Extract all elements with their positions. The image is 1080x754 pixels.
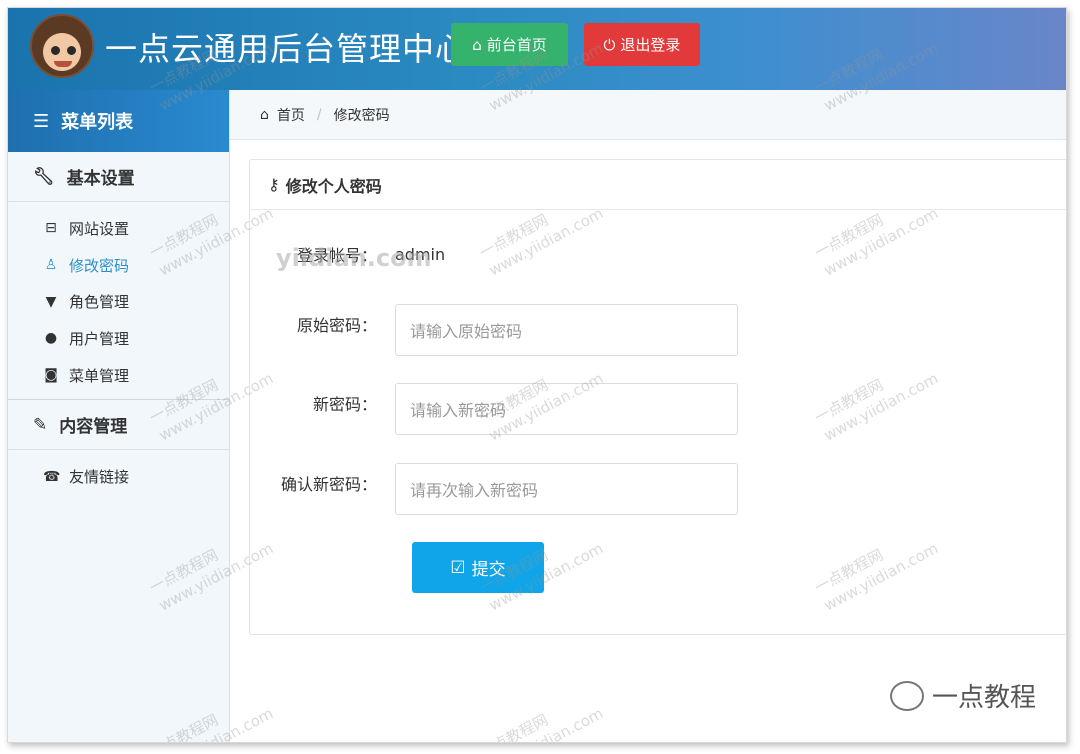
group-title: 基本设置 (66, 169, 135, 189)
list-icon: ☰ (33, 110, 50, 132)
hdd-icon: ⊟ (45, 220, 57, 237)
home-button-label: 前台首页 (486, 36, 547, 54)
content-management-items: ☎ 友情链接 (8, 450, 229, 497)
sidebar-item-friend-links[interactable]: ☎ 友情链接 (8, 458, 229, 495)
basic-settings-items: ⊟ 网站设置 ♙ 修改密码 ▼ 角色管理 ● 用户管理 ◙ 菜单管理 (8, 202, 229, 395)
sidebar-item-menu-management[interactable]: ◙ 菜单管理 (8, 357, 229, 394)
sidebar-item-label: 友情链接 (69, 468, 130, 487)
submit-button-label: 提交 (471, 560, 506, 580)
wrench-icon: 🔧︎ (33, 166, 55, 187)
edit-icon: ✎ (33, 414, 48, 435)
sidebar-item-label: 用户管理 (69, 329, 130, 348)
phone-icon: ☎ (43, 468, 61, 485)
app-window: 一点云通用后台管理中心 ⌂ 前台首页 ⏻ 退出登录 ☰ 菜单列表 🔧︎ 基本设置… (7, 7, 1067, 743)
sidebar-item-user-management[interactable]: ● 用户管理 (8, 320, 229, 357)
sidebar-item-label: 菜单管理 (69, 366, 130, 385)
wechat-icon (889, 680, 924, 711)
old-password-row: 原始密码： 请输入原始密码 (250, 304, 810, 356)
group-title: 内容管理 (59, 417, 128, 438)
logout-button-label: 退出登录 (620, 36, 681, 54)
brand-watermark: 一点教程 (889, 677, 1036, 714)
new-password-label: 新密码： (312, 395, 377, 414)
sidebar-group-content-management[interactable]: ✎ 内容管理 (8, 400, 229, 451)
sidebar-item-label: 修改密码 (69, 256, 130, 275)
sidebar-item-change-password[interactable]: ♙ 修改密码 (8, 247, 229, 284)
sidebar-menu-header: ☰ 菜单列表 (8, 90, 229, 152)
new-password-input[interactable]: 请输入新密码 (395, 383, 738, 435)
top-header: 一点云通用后台管理中心 ⌂ 前台首页 ⏻ 退出登录 (8, 8, 1066, 90)
change-password-panel: ⚷ 修改个人密码 登录帐号： admin 原始密码： 请输入原始密码 新密码： … (249, 159, 1066, 635)
sidebar-item-role-management[interactable]: ▼ 角色管理 (8, 283, 229, 320)
key-icon: ⚷ (268, 175, 280, 194)
logout-button[interactable]: ⏻ 退出登录 (584, 23, 700, 66)
confirm-password-row: 确认新密码： 请再次输入新密码 (250, 463, 810, 515)
sidebar: ☰ 菜单列表 🔧︎ 基本设置 ⊟ 网站设置 ♙ 修改密码 ▼ 角色管理 ● 用户… (8, 90, 230, 742)
app-title: 一点云通用后台管理中心 (105, 30, 469, 68)
sidebar-item-label: 网站设置 (69, 219, 130, 238)
confirm-password-input[interactable]: 请再次输入新密码 (395, 463, 738, 515)
breadcrumb-separator: / (316, 106, 322, 123)
old-password-label: 原始密码： (296, 316, 377, 335)
sidebar-item-site-settings[interactable]: ⊟ 网站设置 (8, 210, 229, 247)
watermark-overlay-text: yiidian.com (276, 244, 432, 272)
avatar (30, 14, 94, 78)
breadcrumb-current: 修改密码 (333, 107, 390, 124)
panel-title: 修改个人密码 (285, 176, 382, 196)
sidebar-group-basic-settings[interactable]: 🔧︎ 基本设置 (8, 152, 229, 202)
menu-title: 菜单列表 (61, 112, 134, 133)
new-password-row: 新密码： 请输入新密码 (250, 383, 810, 435)
home-button[interactable]: ⌂ 前台首页 (451, 23, 568, 66)
check-square-icon: ☑ (450, 557, 466, 578)
camera-icon: ◙ (44, 367, 58, 384)
home-icon: ⌂ (472, 35, 482, 54)
main-content: ⌂ 首页 / 修改密码 ⚷ 修改个人密码 登录帐号： admin 原始密码： 请… (230, 90, 1066, 742)
submit-button[interactable]: ☑ 提交 (412, 542, 544, 593)
breadcrumb-home[interactable]: 首页 (277, 105, 305, 125)
user-icon: ● (44, 330, 58, 347)
user-key-icon: ♙ (44, 257, 58, 274)
breadcrumb: ⌂ 首页 / 修改密码 (230, 90, 1066, 140)
brand-text: 一点教程 (931, 683, 1036, 713)
home-icon: ⌂ (260, 106, 269, 123)
sidebar-item-label: 角色管理 (69, 293, 130, 312)
filter-icon: ▼ (45, 293, 57, 310)
old-password-input[interactable]: 请输入原始密码 (395, 304, 738, 356)
panel-header: ⚷ 修改个人密码 (250, 160, 1066, 210)
power-icon: ⏻ (603, 35, 616, 54)
confirm-password-label: 确认新密码： (280, 475, 377, 494)
